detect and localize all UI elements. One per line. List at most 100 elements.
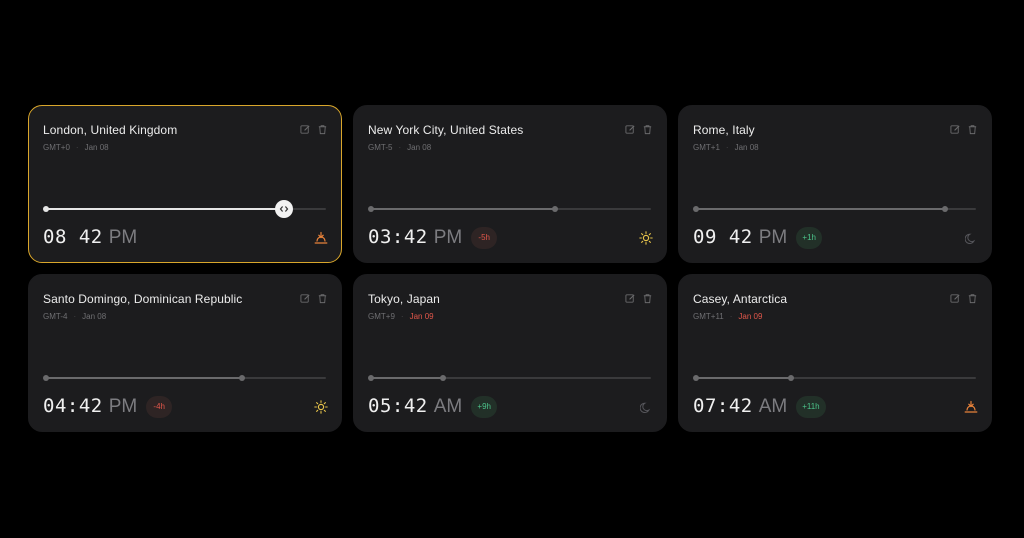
time-slider-track[interactable]	[368, 206, 651, 212]
edit-icon[interactable]	[625, 124, 636, 135]
separator-dot: ·	[400, 312, 404, 321]
time-slider-fill	[370, 377, 444, 379]
city-name: New York City, United States	[368, 123, 524, 137]
edit-icon[interactable]	[300, 124, 311, 135]
date-label: Jan 09	[409, 312, 434, 321]
timezone-card-1[interactable]: London, United Kingdom GMT+0 · Jan 08 08…	[28, 105, 342, 263]
timezone-card-grid: London, United Kingdom GMT+0 · Jan 08 08…	[28, 105, 992, 432]
timezone-card-6[interactable]: Casey, Antarctica GMT+11 · Jan 09 07:42 A…	[678, 274, 992, 432]
time-slider-fill	[695, 377, 791, 379]
time-slider-fill	[370, 208, 556, 210]
date-label: Jan 08	[82, 312, 107, 321]
time-slider-fill	[695, 208, 946, 210]
date-label: Jan 08	[407, 143, 432, 152]
time-row: 03:42 PM -5h	[368, 226, 498, 249]
offset-badge: -4h	[146, 395, 173, 418]
time-value: 09 42	[693, 226, 753, 248]
trash-icon[interactable]	[317, 293, 328, 304]
ampm-label: AM	[433, 396, 463, 417]
time-slider-start	[693, 375, 699, 381]
time-display: 03:42 PM	[368, 226, 462, 249]
card-actions	[950, 124, 978, 135]
time-slider-thumb[interactable]	[440, 375, 447, 381]
time-slider-thumb[interactable]	[238, 375, 245, 381]
card-actions	[300, 293, 328, 304]
gmt-offset-label: GMT+1	[693, 143, 720, 152]
time-slider-start	[43, 375, 49, 381]
separator-dot: ·	[75, 143, 79, 152]
sunset-icon	[964, 400, 978, 414]
date-label: Jan 08	[84, 143, 109, 152]
time-row: 05:42 AM +9h	[368, 395, 498, 418]
time-slider-track[interactable]	[368, 375, 651, 381]
trash-icon[interactable]	[967, 293, 978, 304]
timezone-card-2[interactable]: New York City, United States GMT-5 · Jan…	[353, 105, 667, 263]
time-slider-start	[693, 206, 699, 212]
timezone-card-4[interactable]: Santo Domingo, Dominican Republic GMT-4 …	[28, 274, 342, 432]
city-name: Casey, Antarctica	[693, 292, 788, 306]
separator-dot: ·	[729, 312, 733, 321]
separator-dot: ·	[73, 312, 77, 321]
date-label: Jan 09	[738, 312, 763, 321]
time-display: 08 42 PM	[43, 226, 137, 249]
timezone-card-3[interactable]: Rome, Italy GMT+1 · Jan 08 09 42 PM +1h	[678, 105, 992, 263]
time-slider-thumb[interactable]	[552, 206, 559, 212]
gmt-offset-label: GMT+9	[368, 312, 395, 321]
edit-icon[interactable]	[950, 293, 961, 304]
time-slider-thumb[interactable]	[787, 375, 794, 381]
time-slider-start	[368, 375, 374, 381]
trash-icon[interactable]	[642, 124, 653, 135]
time-value: 05:42	[368, 395, 428, 417]
trash-icon[interactable]	[967, 124, 978, 135]
city-name: Rome, Italy	[693, 123, 755, 137]
time-row: 09 42 PM +1h	[693, 226, 823, 249]
card-actions	[300, 124, 328, 135]
time-slider-thumb[interactable]	[942, 206, 949, 212]
timezone-meta: GMT-4 · Jan 08	[43, 312, 106, 321]
time-display: 04:42 PM	[43, 395, 137, 418]
time-row: 07:42 AM +11h	[693, 395, 826, 418]
time-display: 05:42 AM	[368, 395, 462, 418]
edit-icon[interactable]	[300, 293, 311, 304]
moon-icon	[964, 231, 978, 245]
timezone-meta: GMT+1 · Jan 08	[693, 143, 759, 152]
ampm-label: PM	[108, 396, 138, 417]
sun-icon	[314, 400, 328, 414]
moon-icon	[639, 400, 653, 414]
ampm-label: PM	[108, 227, 138, 248]
time-slider-track[interactable]	[43, 375, 326, 381]
card-actions	[625, 293, 653, 304]
trash-icon[interactable]	[317, 124, 328, 135]
edit-icon[interactable]	[625, 293, 636, 304]
edit-icon[interactable]	[950, 124, 961, 135]
gmt-offset-label: GMT+11	[693, 312, 724, 321]
gmt-offset-label: GMT-4	[43, 312, 68, 321]
date-label: Jan 08	[734, 143, 759, 152]
time-slider-track[interactable]	[693, 375, 976, 381]
time-slider-track[interactable]	[693, 206, 976, 212]
time-value: 08 42	[43, 226, 103, 248]
time-slider-fill	[45, 377, 242, 379]
time-row: 08 42 PM	[43, 226, 137, 249]
city-name: Tokyo, Japan	[368, 292, 440, 306]
offset-badge: +11h	[796, 395, 826, 418]
time-display: 09 42 PM	[693, 226, 787, 249]
time-value: 04:42	[43, 395, 103, 417]
trash-icon[interactable]	[642, 293, 653, 304]
time-slider-fill	[45, 208, 284, 210]
time-slider-start	[368, 206, 374, 212]
ampm-label: PM	[758, 227, 788, 248]
timezone-meta: GMT+9 · Jan 09	[368, 312, 434, 321]
timezone-meta: GMT+11 · Jan 09	[693, 312, 762, 321]
sunset-icon	[314, 231, 328, 245]
city-name: Santo Domingo, Dominican Republic	[43, 292, 243, 306]
time-slider-handle[interactable]	[274, 200, 293, 218]
time-row: 04:42 PM -4h	[43, 395, 173, 418]
time-slider-track[interactable]	[43, 200, 326, 218]
offset-badge: -5h	[471, 226, 498, 249]
timezone-card-5[interactable]: Tokyo, Japan GMT+9 · Jan 09 05:42 AM +9h	[353, 274, 667, 432]
timezone-meta: GMT-5 · Jan 08	[368, 143, 431, 152]
card-actions	[625, 124, 653, 135]
ampm-label: PM	[433, 227, 463, 248]
offset-badge: +1h	[796, 226, 823, 249]
